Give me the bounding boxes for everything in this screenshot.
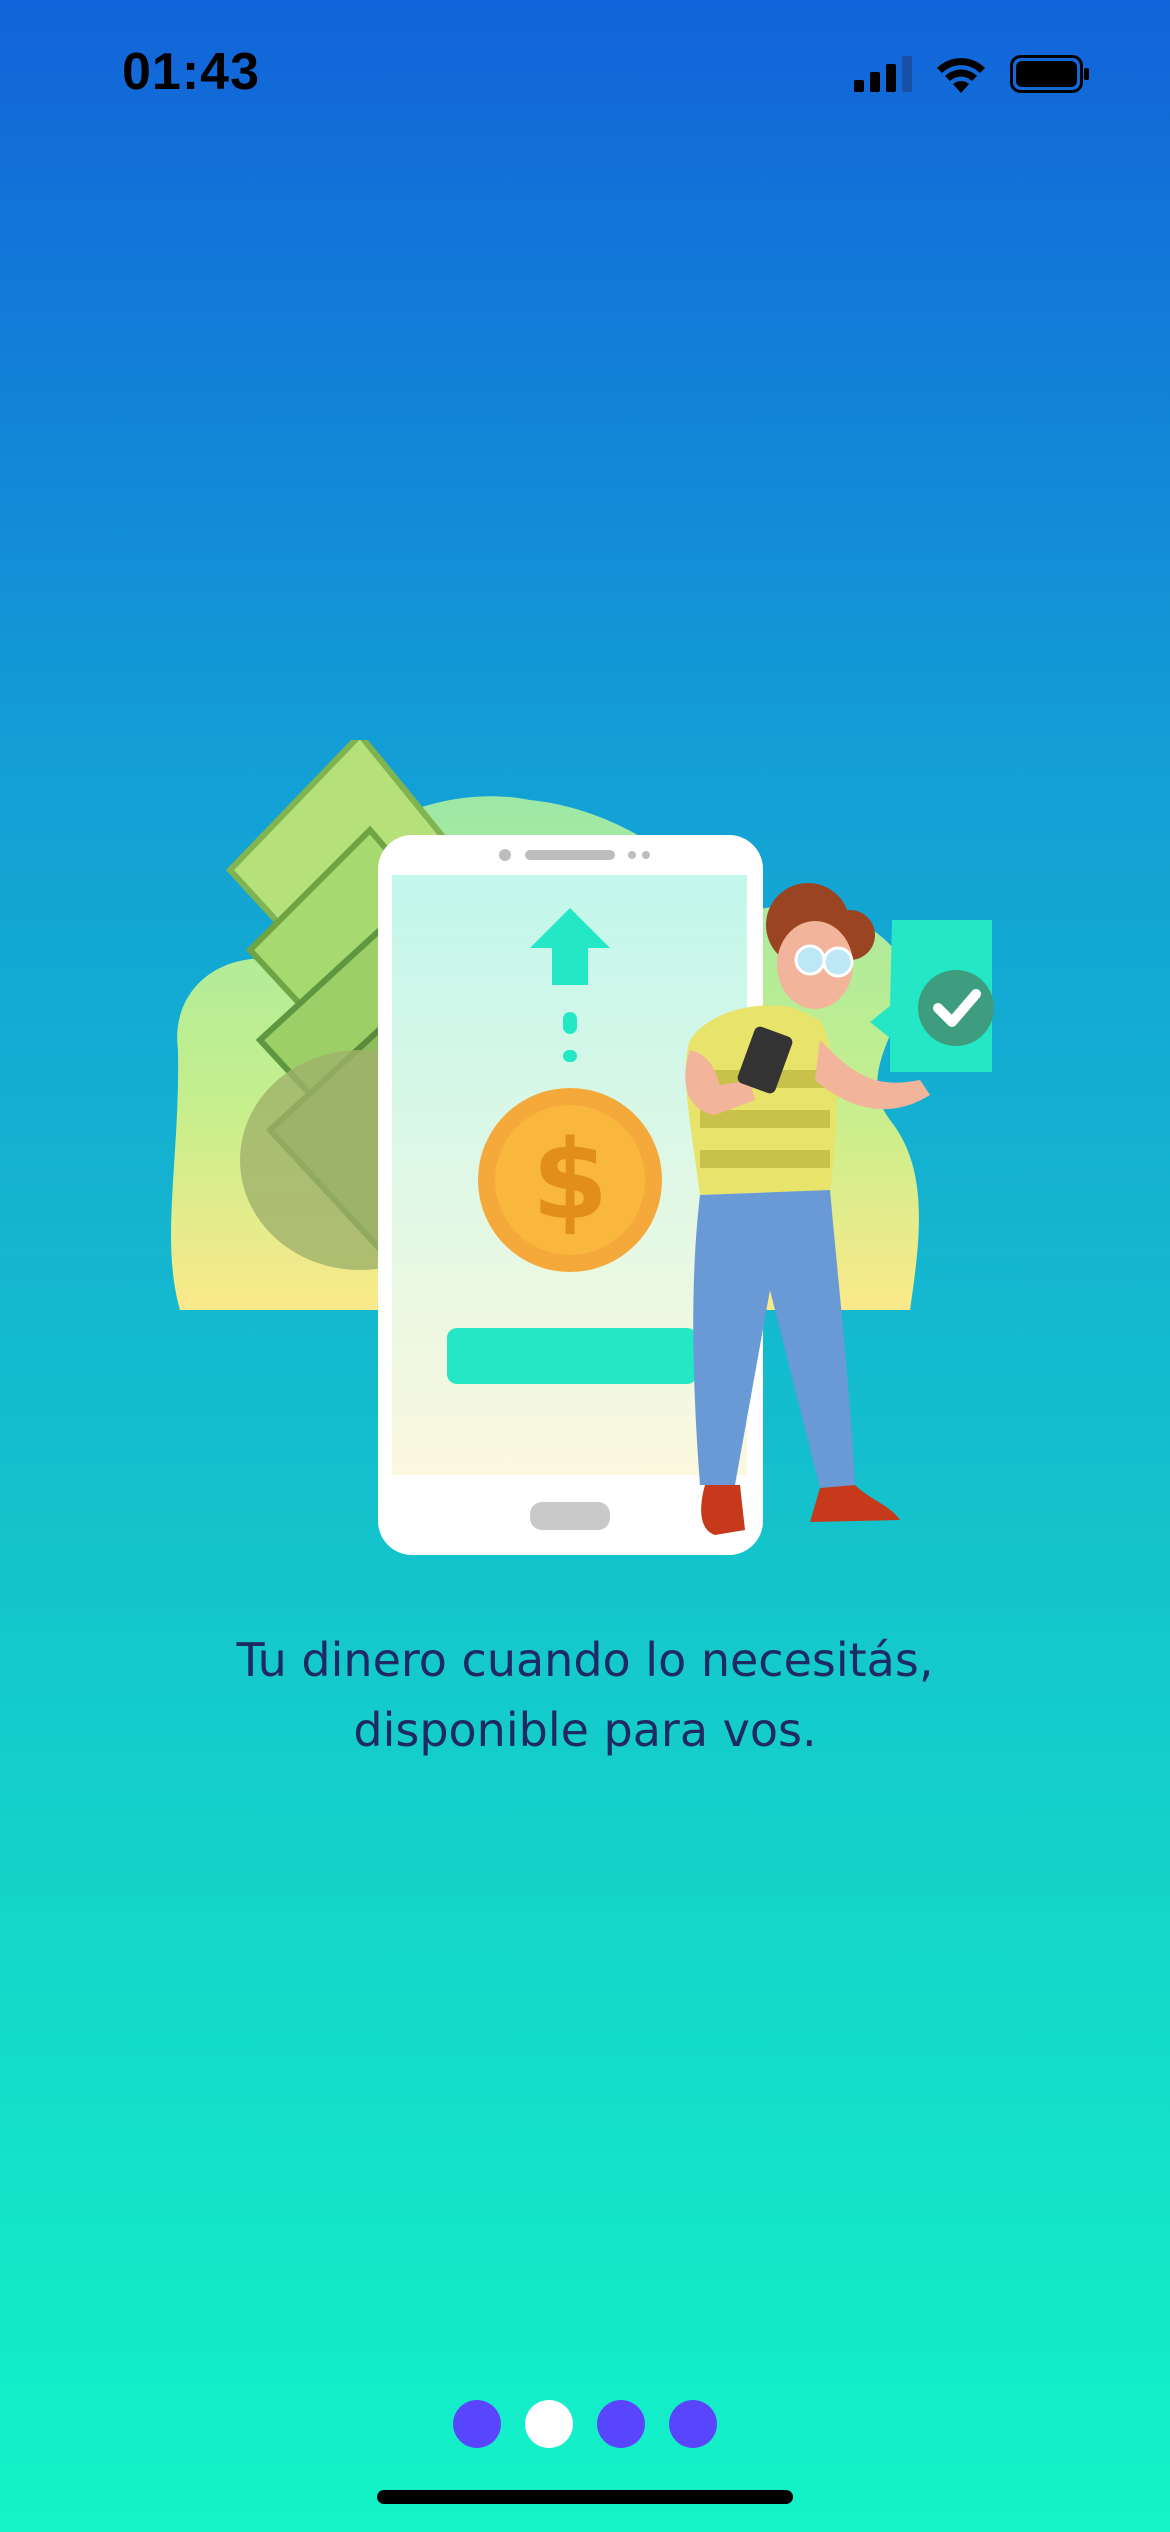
onboarding-illustration: $ [171, 740, 994, 1555]
status-icons [854, 55, 1090, 93]
svg-text:$: $ [532, 1116, 609, 1244]
cellular-signal-icon [854, 56, 912, 92]
page-dot-2-active[interactable] [525, 2400, 573, 2448]
page-dot-4[interactable] [669, 2400, 717, 2448]
screen-button-shape [447, 1328, 697, 1384]
status-bar: 01:43 [0, 0, 1170, 150]
page-indicator [0, 2400, 1170, 2448]
onboarding-caption: Tu dinero cuando lo necesitás, disponibl… [0, 1625, 1170, 1765]
page-dot-3[interactable] [597, 2400, 645, 2448]
status-time: 01:43 [122, 43, 260, 101]
battery-icon [1010, 55, 1089, 93]
caption-line-1: Tu dinero cuando lo necesitás, [236, 1633, 934, 1687]
page-dot-1[interactable] [453, 2400, 501, 2448]
dollar-coin-icon: $ [478, 1088, 662, 1272]
wifi-icon [937, 58, 985, 93]
home-indicator[interactable] [377, 2490, 793, 2504]
caption-line-2: disponible para vos. [353, 1703, 817, 1757]
